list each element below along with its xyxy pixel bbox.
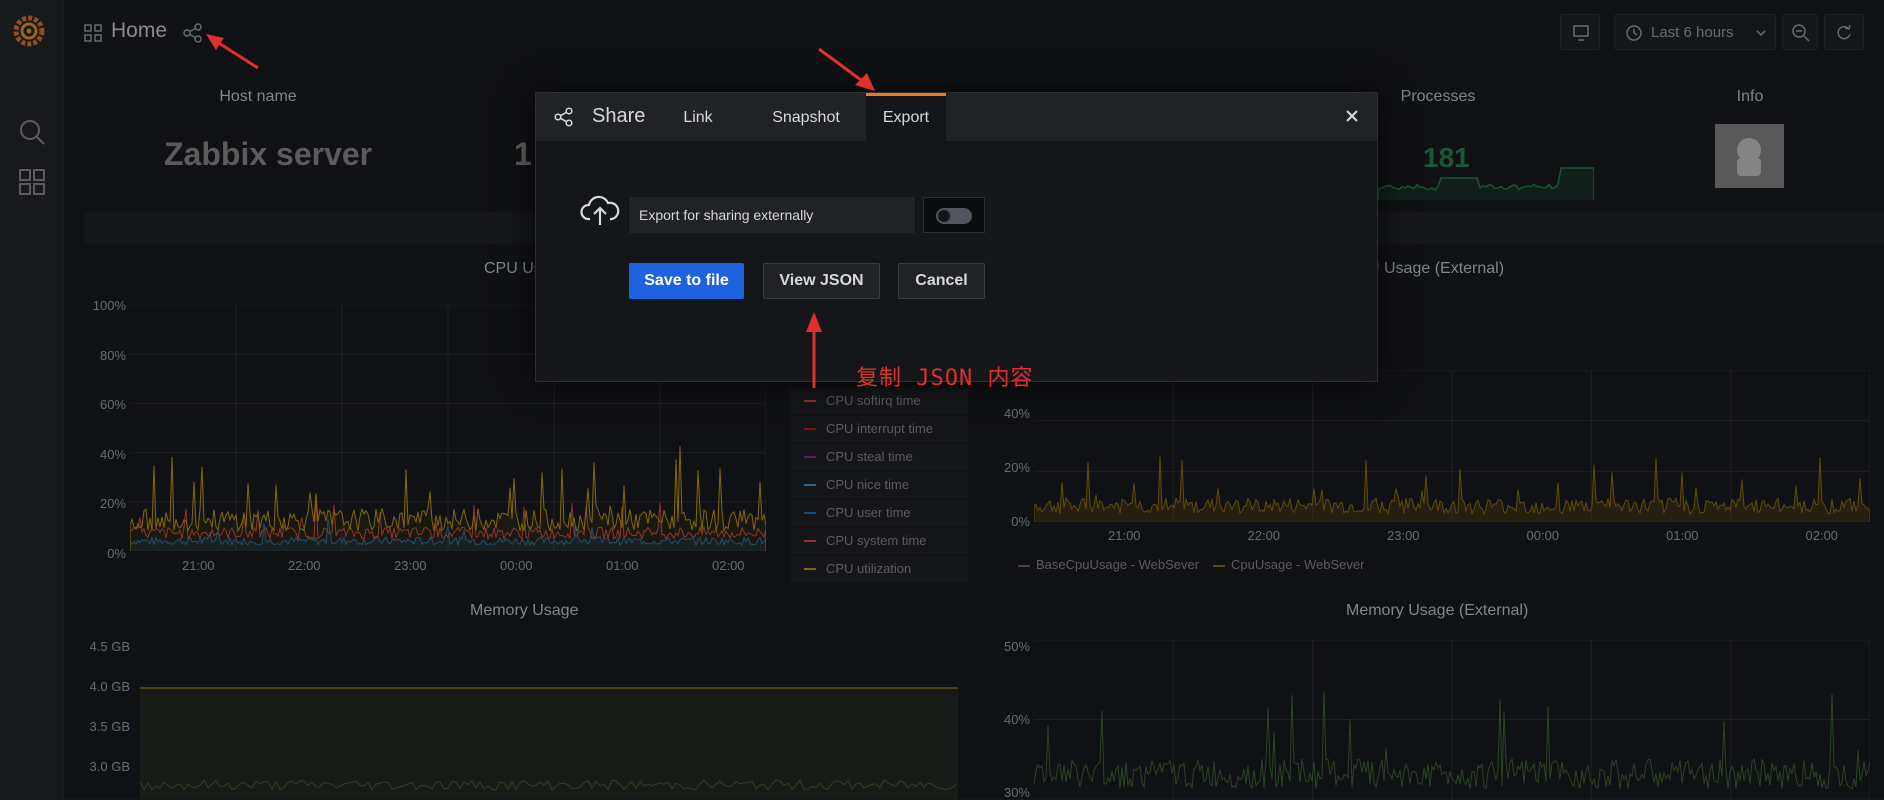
export-externally-toggle[interactable] [923, 197, 985, 233]
tab-export[interactable]: Export [866, 93, 946, 141]
share-modal-title: Share [592, 105, 646, 127]
share-modal-header: Share Link Snapshot Export [536, 93, 1377, 141]
save-to-file-button[interactable]: Save to file [629, 263, 744, 299]
cancel-button[interactable]: Cancel [898, 263, 985, 299]
cloud-upload-icon [580, 195, 620, 225]
tab-snapshot[interactable]: Snapshot [746, 93, 866, 141]
toggle-track [936, 208, 972, 224]
toggle-knob [938, 210, 950, 222]
share-icon [554, 107, 573, 127]
annotation-arrow-export [818, 47, 875, 91]
tab-link[interactable]: Link [660, 93, 736, 141]
annotation-arrow-share [206, 34, 259, 70]
annotation-arrow-view-json [806, 312, 822, 388]
share-modal: Share Link Snapshot Export Export for sh… [535, 92, 1378, 382]
export-externally-label: Export for sharing externally [629, 197, 915, 233]
close-icon[interactable] [1341, 105, 1363, 127]
view-json-button[interactable]: View JSON [763, 263, 880, 299]
annotation-text: 复制 JSON 内容 [856, 366, 1034, 391]
